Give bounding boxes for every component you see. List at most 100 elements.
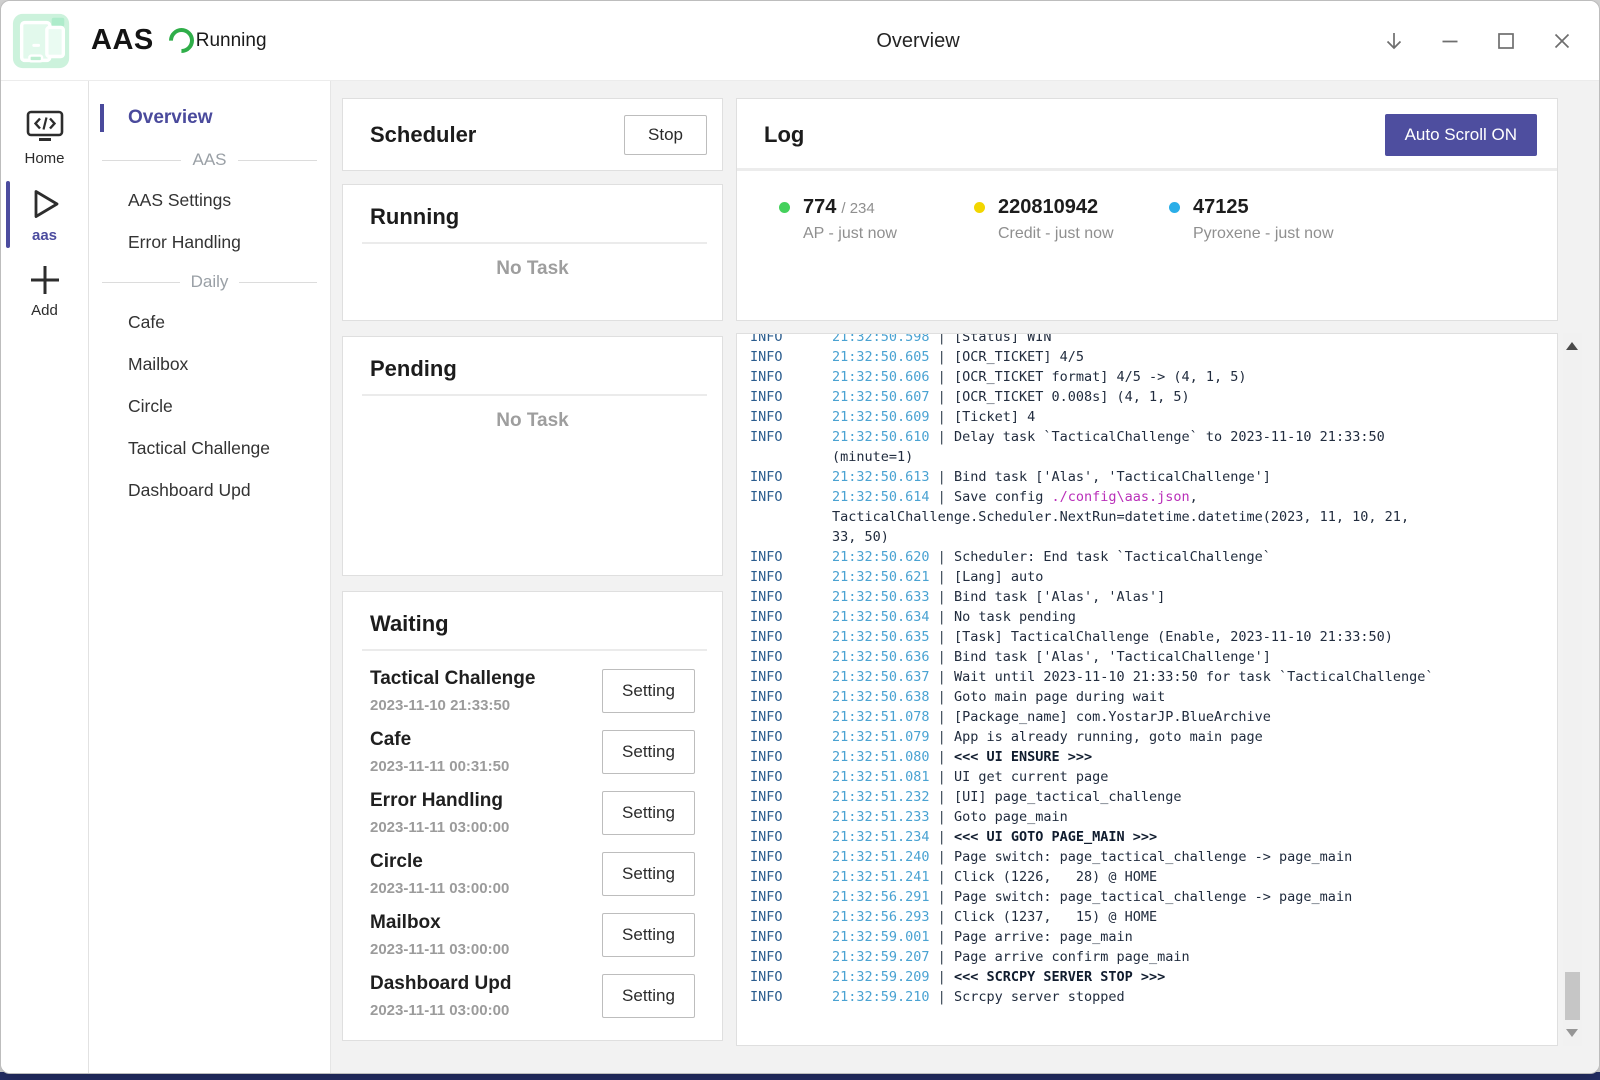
log-timestamp: 21:32:50.607 bbox=[832, 389, 930, 405]
log-line: INFO 21:32:50.633 | Bind task ['Alas', '… bbox=[750, 587, 1551, 607]
task-setting-button[interactable]: Setting bbox=[602, 852, 695, 896]
sidebar-item-label: Overview bbox=[128, 107, 213, 129]
hide-window-button[interactable] bbox=[1379, 26, 1409, 56]
stat-dot-icon bbox=[974, 202, 985, 213]
log-level: INFO bbox=[750, 347, 832, 367]
log-separator: | bbox=[930, 909, 954, 925]
waiting-task-row: Tactical Challenge 2023-11-10 21:33:50 S… bbox=[370, 660, 695, 721]
sidebar-item[interactable]: AAS Settings bbox=[89, 179, 330, 221]
log-level: INFO bbox=[750, 667, 832, 687]
log-timestamp: 21:32:50.634 bbox=[832, 609, 930, 625]
log-separator: | bbox=[930, 629, 954, 645]
task-next-run-time: 2023-11-11 03:00:00 bbox=[370, 1002, 511, 1019]
log-message-segment: [OCR_TICKET] 4/5 bbox=[954, 349, 1084, 365]
rail-item-home[interactable]: Home bbox=[1, 99, 88, 176]
log-line: INFO 21:32:50.613 | Bind task ['Alas', '… bbox=[750, 467, 1551, 487]
log-message-segment: [Ticket] 4 bbox=[954, 409, 1035, 425]
divider bbox=[737, 168, 1557, 171]
sidebar-group-divider: AAS bbox=[89, 141, 330, 179]
waiting-task-row: Dashboard Upd 2023-11-11 03:00:00 Settin… bbox=[370, 965, 695, 1026]
log-scrollbar[interactable] bbox=[1563, 333, 1582, 1046]
log-level: INFO bbox=[750, 333, 832, 347]
task-name: Mailbox bbox=[370, 912, 509, 934]
minimize-button[interactable] bbox=[1435, 26, 1465, 56]
log-timestamp: 21:32:56.291 bbox=[832, 889, 930, 905]
log-separator: | bbox=[930, 549, 954, 565]
task-setting-button[interactable]: Setting bbox=[602, 730, 695, 774]
stat-value: 220810942 bbox=[998, 196, 1098, 218]
sidebar-item[interactable]: Dashboard Upd bbox=[89, 469, 330, 511]
maximize-button[interactable] bbox=[1491, 26, 1521, 56]
log-timestamp: 21:32:50.605 bbox=[832, 349, 930, 365]
log-timestamp: 21:32:56.293 bbox=[832, 909, 930, 925]
task-setting-button[interactable]: Setting bbox=[602, 974, 695, 1018]
titlebar: AAS Running Overview bbox=[1, 1, 1599, 81]
auto-scroll-toggle-button[interactable]: Auto Scroll ON bbox=[1385, 114, 1537, 156]
sidebar-group-label: AAS bbox=[192, 150, 226, 170]
log-level: INFO bbox=[750, 887, 832, 907]
stop-button[interactable]: Stop bbox=[624, 115, 707, 155]
sidebar-item[interactable]: Mailbox bbox=[89, 343, 330, 385]
log-level: INFO bbox=[750, 927, 832, 947]
log-line: INFO 21:32:51.078 | [Package_name] com.Y… bbox=[750, 707, 1551, 727]
rail-item-add[interactable]: Add bbox=[1, 253, 88, 328]
log-message-segment: Save config bbox=[954, 489, 1052, 505]
log-message-segment: App is already running, goto main page bbox=[954, 729, 1263, 745]
close-button[interactable] bbox=[1547, 26, 1577, 56]
sidebar-item[interactable]: Error Handling bbox=[89, 221, 330, 263]
scrollbar-up-icon[interactable] bbox=[1566, 342, 1578, 350]
log-line: INFO 21:32:50.598 | [Status] WIN bbox=[750, 333, 1551, 347]
task-next-run-time: 2023-11-11 03:00:00 bbox=[370, 819, 509, 836]
scrollbar-down-icon[interactable] bbox=[1566, 1029, 1578, 1037]
stat-label: AP - just now bbox=[803, 225, 897, 243]
log-timestamp: 21:32:50.621 bbox=[832, 569, 930, 585]
sidebar-item[interactable]: Cafe bbox=[89, 301, 330, 343]
pending-card: Pending No Task bbox=[342, 336, 723, 576]
log-separator: | bbox=[930, 349, 954, 365]
task-name: Error Handling bbox=[370, 790, 509, 812]
sidebar-group-label: Daily bbox=[191, 272, 229, 292]
waiting-title: Waiting bbox=[343, 611, 722, 637]
log-separator: | bbox=[930, 489, 954, 505]
scrollbar-thumb[interactable] bbox=[1565, 972, 1580, 1020]
log-line: INFO 21:32:50.620 | Scheduler: End task … bbox=[750, 547, 1551, 567]
sidebar-item-overview[interactable]: Overview bbox=[89, 95, 330, 141]
log-separator: | bbox=[930, 729, 954, 745]
log-message-segment: Scheduler: End task `TacticalChallenge` bbox=[954, 549, 1271, 565]
log-message-segment: [UI] page_tactical_challenge bbox=[954, 789, 1182, 805]
rail-item-label: Home bbox=[24, 150, 64, 167]
log-timestamp: 21:32:50.620 bbox=[832, 549, 930, 565]
sidebar-item-label: Circle bbox=[128, 396, 173, 417]
log-line: INFO 21:32:59.001 | Page arrive: page_ma… bbox=[750, 927, 1551, 947]
log-timestamp: 21:32:50.610 bbox=[832, 429, 930, 445]
log-separator: | bbox=[930, 333, 954, 345]
log-separator: | bbox=[930, 569, 954, 585]
minimize-icon bbox=[1437, 28, 1463, 54]
log-level: INFO bbox=[750, 647, 832, 667]
log-level: INFO bbox=[750, 867, 832, 887]
log-level: INFO bbox=[750, 747, 832, 767]
log-line: INFO 21:32:50.638 | Goto main page durin… bbox=[750, 687, 1551, 707]
sidebar-item[interactable]: Circle bbox=[89, 385, 330, 427]
task-setting-button[interactable]: Setting bbox=[602, 791, 695, 835]
waiting-card: Waiting Tactical Challenge 2023-11-10 21… bbox=[342, 591, 723, 1041]
log-separator: | bbox=[930, 369, 954, 385]
log-level: INFO bbox=[750, 367, 832, 387]
log-line: INFO 21:32:51.241 | Click (1226, 28) @ H… bbox=[750, 867, 1551, 887]
stat-dot-icon bbox=[779, 202, 790, 213]
sidebar: Overview AAS AAS Settings Error Handling… bbox=[89, 81, 331, 1073]
task-setting-button[interactable]: Setting bbox=[602, 913, 695, 957]
waiting-task-row: Error Handling 2023-11-11 03:00:00 Setti… bbox=[370, 782, 695, 843]
log-timestamp: 21:32:50.613 bbox=[832, 469, 930, 485]
rail-item-aas[interactable]: aas bbox=[1, 176, 88, 253]
active-indicator bbox=[100, 104, 104, 132]
log-message-segment: [OCR_TICKET 0.008s] (4, 1, 5) bbox=[954, 389, 1190, 405]
log-level: INFO bbox=[750, 687, 832, 707]
log-console[interactable]: INFO 21:32:50.598 | [Status] WIN INFO 21… bbox=[736, 333, 1558, 1046]
task-next-run-time: 2023-11-11 03:00:00 bbox=[370, 941, 509, 958]
log-separator: | bbox=[930, 809, 954, 825]
log-line: INFO 21:32:56.291 | Page switch: page_ta… bbox=[750, 887, 1551, 907]
task-setting-button[interactable]: Setting bbox=[602, 669, 695, 713]
sidebar-item[interactable]: Tactical Challenge bbox=[89, 427, 330, 469]
log-timestamp: 21:32:51.232 bbox=[832, 789, 930, 805]
